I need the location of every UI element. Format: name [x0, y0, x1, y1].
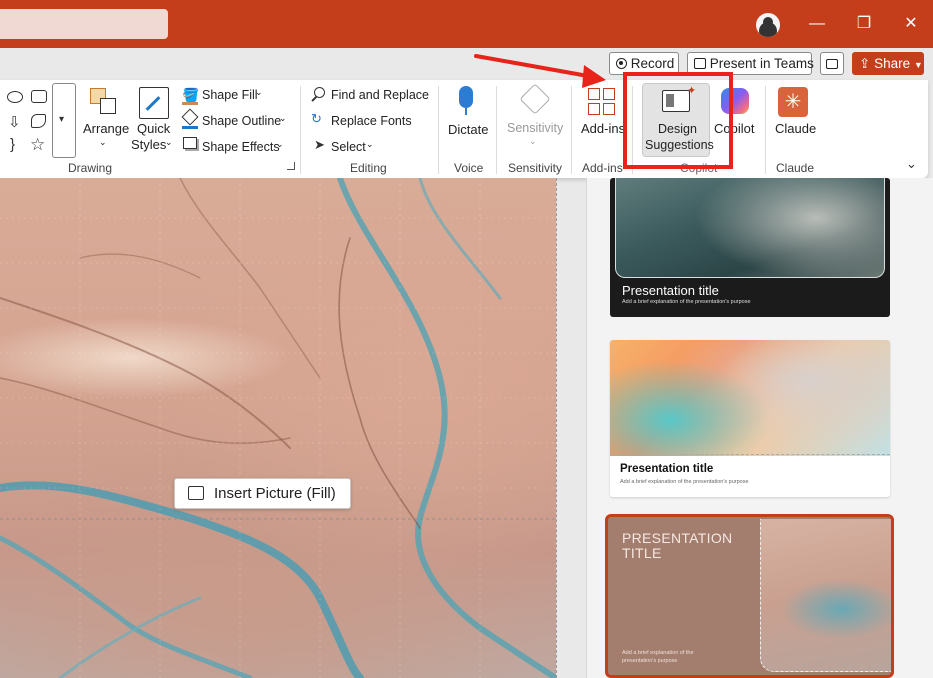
- chevron-down-icon: ▼: [913, 60, 923, 70]
- quick-styles-label-line1: Quick: [137, 121, 171, 136]
- restore-button[interactable]: ❐: [850, 12, 878, 36]
- drawing-group-label: Drawing: [68, 161, 113, 175]
- replace-fonts-icon: ↻: [311, 111, 322, 126]
- search-box[interactable]: [0, 9, 168, 39]
- separator: [438, 86, 439, 174]
- sensitivity-label-icon: [519, 83, 551, 115]
- design-1-image: [615, 178, 885, 278]
- chevron-down-icon: ⌄: [279, 113, 287, 123]
- design-3-title-line2: TITLE: [622, 545, 662, 561]
- arrange-label: Arrange: [83, 121, 130, 136]
- dialog-launcher-icon[interactable]: [287, 162, 295, 170]
- slide-canvas[interactable]: [0, 178, 556, 678]
- design-1-title: Presentation title: [622, 283, 719, 298]
- design-2-title: Presentation title: [620, 463, 714, 475]
- insert-picture-icon: [188, 486, 204, 500]
- record-label: Record: [630, 56, 675, 71]
- design-suggestion-1[interactable]: Presentation title Add a brief explanati…: [610, 178, 890, 317]
- slide-boundary: [556, 178, 557, 678]
- chevron-down-icon: ⌄: [529, 136, 537, 146]
- editing-group-label: Editing: [350, 161, 387, 175]
- sensitivity-label: Sensitivity: [507, 121, 564, 135]
- design-2-divider: [610, 454, 890, 455]
- find-replace-label: Find and Replace: [331, 88, 429, 102]
- action-row: Record Present in Teams ⇪ Share ▼: [0, 48, 933, 80]
- chevron-down-icon: ⌄: [366, 139, 374, 149]
- ribbon-collapse-chevron-icon[interactable]: ⌄: [906, 156, 917, 172]
- rounded-rectangle-shape-icon[interactable]: [31, 90, 47, 103]
- shape-effects-label: Shape Effects: [202, 140, 280, 154]
- add-ins-group-label: Add-ins: [582, 161, 623, 175]
- share-label: Share: [874, 56, 911, 71]
- share-icon: ⇪: [859, 56, 871, 71]
- comments-button[interactable]: [820, 52, 844, 75]
- annotation-highlight-box: [623, 72, 733, 169]
- brace-shape-icon[interactable]: }: [10, 136, 15, 153]
- share-button[interactable]: ⇪ Share ▼: [852, 52, 924, 75]
- cursor-icon: ➤: [314, 137, 325, 152]
- avatar[interactable]: [756, 13, 780, 37]
- select-label: Select: [331, 140, 366, 154]
- microphone-stand: [465, 108, 467, 115]
- insert-picture-fill-button[interactable]: Insert Picture (Fill): [174, 478, 351, 509]
- oval-shape-icon[interactable]: [7, 91, 23, 103]
- claude-icon: ✳: [778, 87, 808, 117]
- design-2-image: [610, 340, 890, 456]
- comment-icon: [826, 59, 838, 69]
- chevron-down-icon: ⌄: [276, 139, 284, 149]
- claude-group-label: Claude: [776, 161, 815, 175]
- replace-fonts-label: Replace Fonts: [331, 114, 412, 128]
- fill-color-bar: [182, 102, 198, 105]
- teams-icon: [694, 58, 706, 69]
- claude-label: Claude: [775, 121, 817, 136]
- sensitivity-group-label: Sensitivity: [508, 161, 563, 175]
- design-suggestion-3-selected[interactable]: PRESENTATION TITLE Add a brief explanati…: [605, 514, 894, 678]
- design-1-subtitle: Add a brief explanation of the presentat…: [622, 299, 751, 305]
- design-3-subtitle-line1: Add a brief explanation of the: [622, 650, 694, 656]
- chevron-down-icon: ⌄: [99, 137, 107, 147]
- outline-color-bar: [182, 126, 198, 129]
- separator: [571, 86, 572, 174]
- star-shape-icon[interactable]: ☆: [30, 135, 45, 155]
- minimize-button[interactable]: —: [803, 12, 831, 36]
- design-2-subtitle: Add a brief explanation of the presentat…: [620, 479, 749, 485]
- chevron-down-icon: ⌄: [255, 87, 263, 97]
- add-ins-icon: [588, 88, 616, 116]
- quick-styles-icon: [139, 87, 169, 119]
- design-suggestion-2[interactable]: Presentation title Add a brief explanati…: [610, 340, 890, 497]
- chevron-down-icon: ▾: [59, 114, 65, 125]
- record-icon: [616, 58, 627, 69]
- present-in-teams-label: Present in Teams: [709, 56, 814, 71]
- close-button[interactable]: ✕: [897, 12, 925, 36]
- design-3-subtitle-line2: presentation's purpose: [622, 658, 678, 664]
- shape-fill-label: Shape Fill: [202, 88, 258, 102]
- arrow-down-shape-icon[interactable]: ⇩: [8, 113, 21, 131]
- freeform-shape-icon[interactable]: [31, 114, 46, 128]
- add-ins-label: Add-ins: [581, 121, 626, 136]
- ribbon: ⇩ } ☆ ▾ Arrange ⌄ Quick Styles ⌄ 🪣 Shape…: [0, 80, 928, 178]
- pen-icon: [181, 108, 199, 126]
- dictate-label: Dictate: [448, 122, 489, 137]
- voice-group-label: Voice: [454, 161, 484, 175]
- design-3-title-line1: PRESENTATION: [622, 530, 733, 546]
- chevron-down-icon: ⌄: [165, 137, 173, 147]
- insert-picture-label: Insert Picture (Fill): [214, 485, 336, 502]
- title-bar: — ❐ ✕: [0, 0, 933, 48]
- slide-image: [0, 178, 556, 678]
- microphone-icon: [459, 86, 473, 108]
- design-3-image: [760, 519, 891, 672]
- shape-effects-icon: [183, 137, 197, 149]
- quick-styles-label-line2: Styles: [131, 137, 167, 152]
- separator: [765, 86, 766, 174]
- search-handle: [311, 96, 317, 102]
- separator: [300, 86, 301, 174]
- arrange-icon: [90, 88, 120, 118]
- shape-outline-label: Shape Outline: [202, 114, 282, 128]
- separator: [496, 86, 497, 174]
